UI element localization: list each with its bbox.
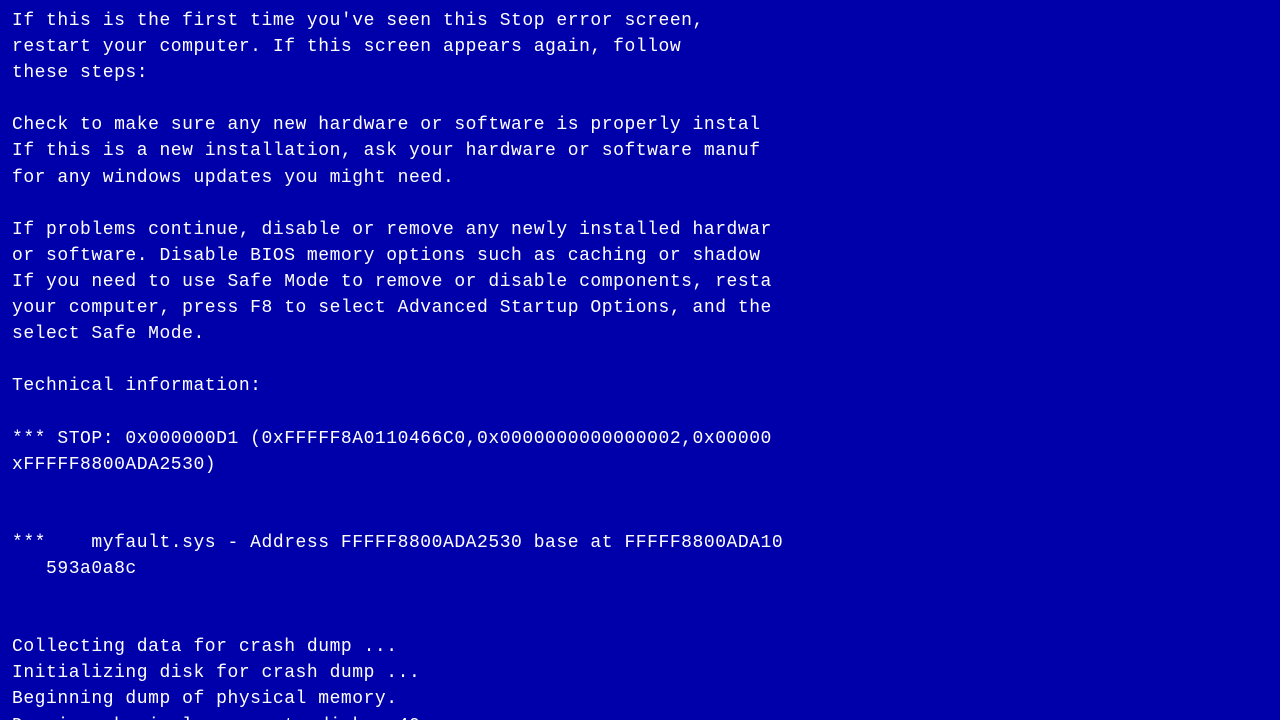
bsod-content: If this is the first time you've seen th… bbox=[0, 0, 1280, 720]
bsod-screen: If this is the first time you've seen th… bbox=[0, 0, 1280, 720]
